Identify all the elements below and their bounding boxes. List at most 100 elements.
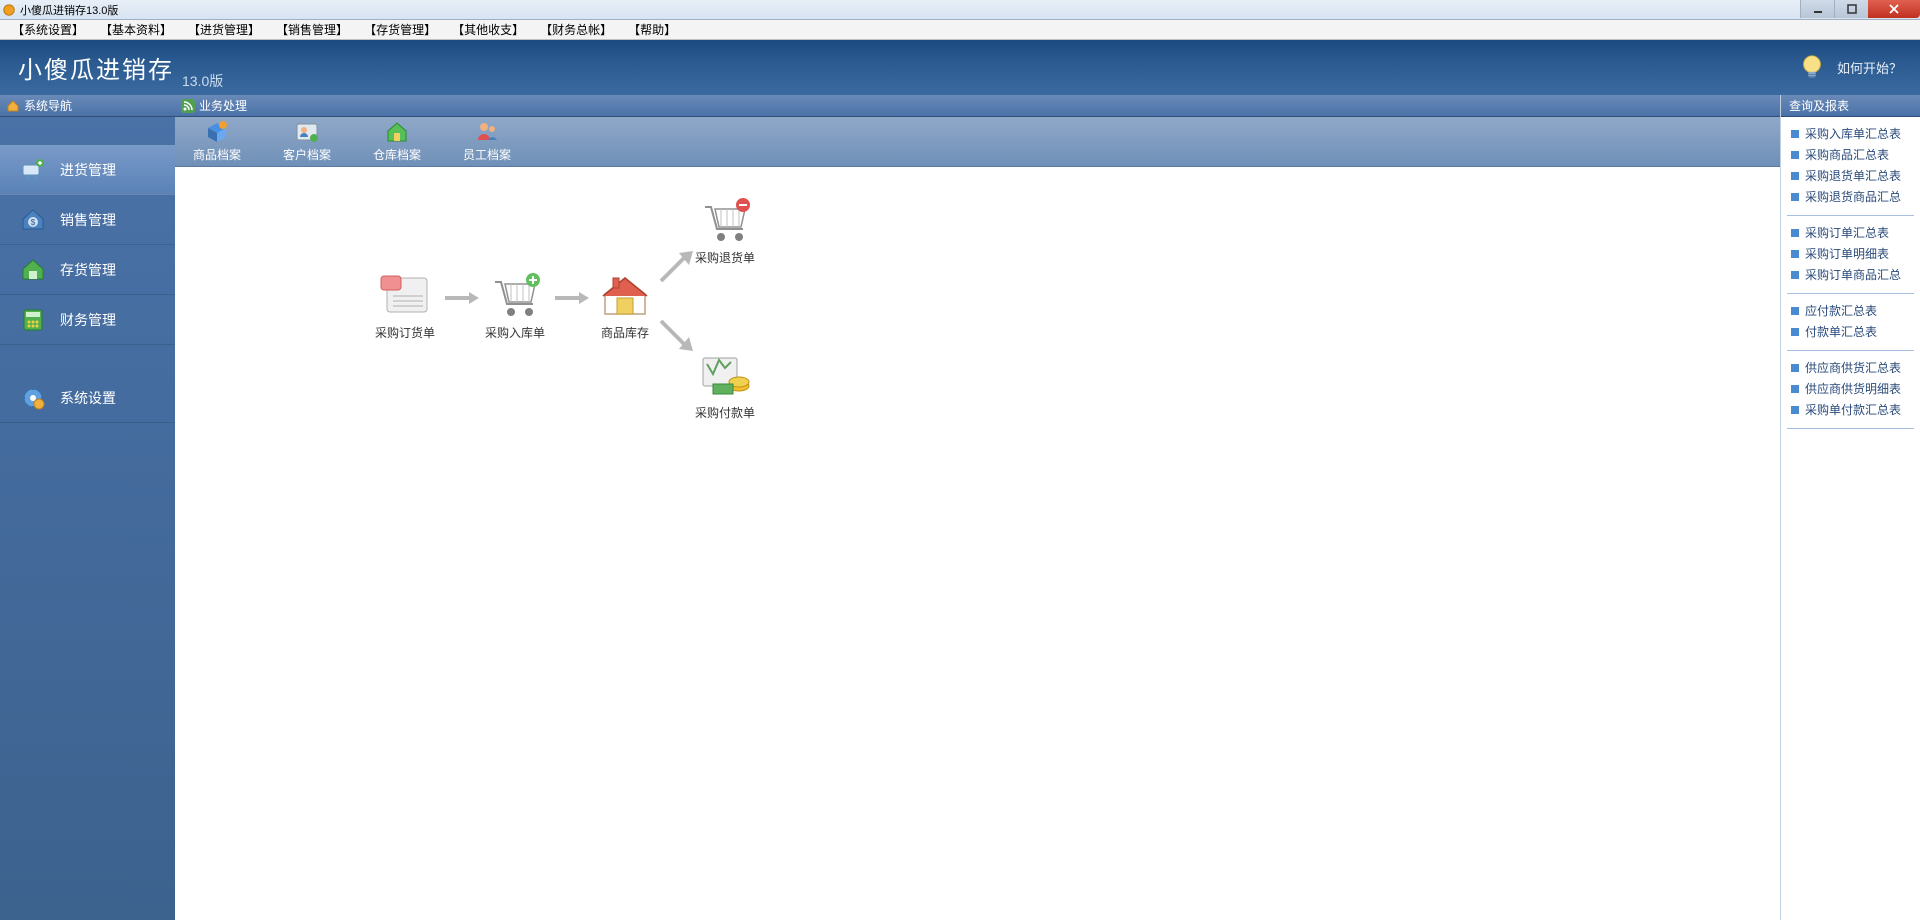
sidebar-item-settings[interactable]: 系统设置 (0, 373, 175, 423)
report-group: 供应商供货汇总表供应商供货明细表采购单付款汇总表 (1787, 351, 1914, 429)
close-button[interactable] (1868, 0, 1920, 18)
rss-icon (181, 99, 195, 113)
toolbar-customer-archive[interactable]: 客户档案 (277, 120, 337, 163)
main-header: 业务处理 (175, 95, 1780, 117)
sidebar: 系统导航 进货管理 $ 销售管理 存货管理 财务管理 系统设置 (0, 95, 175, 920)
box-icon (205, 120, 229, 144)
flow-label: 采购付款单 (695, 404, 755, 421)
toolbar-product-archive[interactable]: 商品档案 (187, 120, 247, 163)
bullet-icon (1791, 130, 1799, 138)
report-link-label: 采购订单商品汇总 (1805, 266, 1901, 283)
flow-purchase-order[interactable]: 采购订货单 (375, 272, 435, 341)
flow-inventory[interactable]: 商品库存 (595, 272, 655, 341)
calculator-icon (20, 307, 46, 333)
sidebar-header: 系统导航 (0, 95, 175, 117)
bullet-icon (1791, 328, 1799, 336)
report-link[interactable]: 采购订单商品汇总 (1787, 264, 1914, 285)
report-link-label: 采购商品汇总表 (1805, 146, 1889, 163)
toolbar-employee-archive[interactable]: 员工档案 (457, 120, 517, 163)
report-link[interactable]: 应付款汇总表 (1787, 300, 1914, 321)
report-group: 采购入库单汇总表采购商品汇总表采购退货单汇总表采购退货商品汇总 (1787, 117, 1914, 216)
app-title: 小傻瓜进销存 (18, 50, 174, 85)
report-link-label: 供应商供货汇总表 (1805, 359, 1901, 376)
warehouse-icon (20, 257, 46, 283)
report-link[interactable]: 采购单付款汇总表 (1787, 399, 1914, 420)
report-link-label: 采购入库单汇总表 (1805, 125, 1901, 142)
cart-return-icon (695, 197, 755, 243)
cart-in-icon (485, 272, 545, 318)
menu-system-settings[interactable]: 【系统设置】 (4, 21, 92, 38)
top-toolbar: 商品档案 客户档案 仓库档案 员工档案 (175, 117, 1780, 167)
bullet-icon (1791, 307, 1799, 315)
arrow-icon (553, 291, 591, 305)
bullet-icon (1791, 229, 1799, 237)
menu-basic-data[interactable]: 【基本资料】 (92, 21, 180, 38)
gear-icon (20, 385, 46, 411)
menu-other-io[interactable]: 【其他收支】 (444, 21, 532, 38)
app-icon (2, 3, 16, 17)
report-link-label: 采购单付款汇总表 (1805, 401, 1901, 418)
window-buttons (1800, 0, 1920, 18)
svg-text:$: $ (31, 218, 36, 227)
menu-purchase[interactable]: 【进货管理】 (180, 21, 268, 38)
toolbar-label: 员工档案 (463, 146, 511, 163)
people-icon (475, 120, 499, 144)
report-link[interactable]: 供应商供货汇总表 (1787, 357, 1914, 378)
header-band: 小傻瓜进销存 13.0版 如何开始？ (0, 40, 1920, 95)
window-titlebar: 小傻瓜进销存13.0版 (0, 0, 1920, 20)
cart-icon (20, 157, 46, 183)
sidebar-item-inventory[interactable]: 存货管理 (0, 245, 175, 295)
howto-link[interactable]: 如何开始？ (1837, 58, 1902, 77)
right-sidebar-title: 查询及报表 (1789, 97, 1849, 114)
flow-purchase-in[interactable]: 采购入库单 (485, 272, 545, 341)
sidebar-item-sales[interactable]: $ 销售管理 (0, 195, 175, 245)
workflow-canvas: 采购订货单 采购入库单 商品库存 采购退货单 采购付款单 (175, 167, 1780, 920)
report-link[interactable]: 供应商供货明细表 (1787, 378, 1914, 399)
sidebar-item-purchase[interactable]: 进货管理 (0, 145, 175, 195)
report-link[interactable]: 采购退货单汇总表 (1787, 165, 1914, 186)
toolbar-label: 商品档案 (193, 146, 241, 163)
flow-purchase-payment[interactable]: 采购付款单 (695, 352, 755, 421)
report-link-label: 采购订单明细表 (1805, 245, 1889, 262)
sidebar-item-label: 存货管理 (60, 260, 116, 280)
maximize-button[interactable] (1834, 0, 1868, 18)
report-link[interactable]: 付款单汇总表 (1787, 321, 1914, 342)
main-panel: 业务处理 商品档案 客户档案 仓库档案 员工档案 (175, 95, 1780, 920)
menubar: 【系统设置】 【基本资料】 【进货管理】 【销售管理】 【存货管理】 【其他收支… (0, 20, 1920, 40)
lightbulb-icon (1797, 53, 1827, 83)
flow-label: 采购入库单 (485, 324, 545, 341)
sidebar-item-finance[interactable]: 财务管理 (0, 295, 175, 345)
report-link[interactable]: 采购商品汇总表 (1787, 144, 1914, 165)
bullet-icon (1791, 385, 1799, 393)
payment-icon (695, 352, 755, 398)
report-link[interactable]: 采购订单汇总表 (1787, 222, 1914, 243)
report-link[interactable]: 采购订单明细表 (1787, 243, 1914, 264)
bullet-icon (1791, 193, 1799, 201)
menu-help[interactable]: 【帮助】 (620, 21, 684, 38)
user-card-icon (295, 120, 319, 144)
report-group: 采购订单汇总表采购订单明细表采购订单商品汇总 (1787, 216, 1914, 294)
bullet-icon (1791, 406, 1799, 414)
report-link-label: 应付款汇总表 (1805, 302, 1877, 319)
report-link[interactable]: 采购退货商品汇总 (1787, 186, 1914, 207)
report-link-label: 采购订单汇总表 (1805, 224, 1889, 241)
bullet-icon (1791, 364, 1799, 372)
right-sidebar-header: 查询及报表 (1781, 95, 1920, 117)
main-title: 业务处理 (199, 97, 247, 114)
menu-finance[interactable]: 【财务总帐】 (532, 21, 620, 38)
flow-purchase-return[interactable]: 采购退货单 (695, 197, 755, 266)
bullet-icon (1791, 271, 1799, 279)
sidebar-title: 系统导航 (24, 97, 72, 114)
sidebar-item-label: 销售管理 (60, 210, 116, 230)
menu-sales[interactable]: 【销售管理】 (268, 21, 356, 38)
money-house-icon: $ (20, 207, 46, 233)
report-link-label: 采购退货商品汇总 (1805, 188, 1901, 205)
arrow-icon (443, 291, 481, 305)
toolbar-warehouse-archive[interactable]: 仓库档案 (367, 120, 427, 163)
minimize-button[interactable] (1800, 0, 1834, 18)
report-link[interactable]: 采购入库单汇总表 (1787, 123, 1914, 144)
sidebar-item-label: 系统设置 (60, 388, 116, 408)
arrow-up-right-icon (657, 247, 697, 285)
report-link-label: 采购退货单汇总表 (1805, 167, 1901, 184)
menu-inventory[interactable]: 【存货管理】 (356, 21, 444, 38)
